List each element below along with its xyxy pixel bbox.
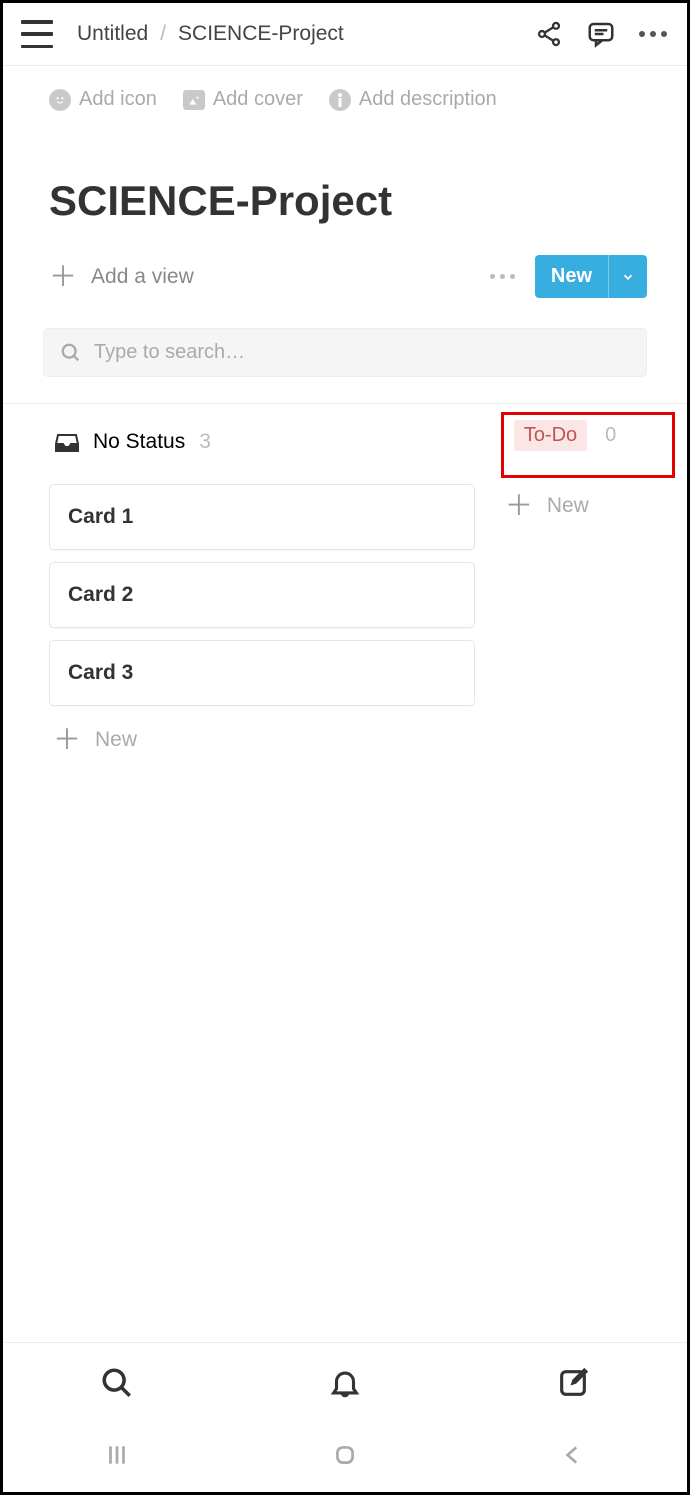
add-description-label: Add description [359, 88, 497, 111]
breadcrumb: Untitled / SCIENCE-Project [67, 22, 521, 46]
header-actions [535, 19, 667, 49]
search-tab-icon[interactable] [100, 1366, 134, 1400]
column-todo: To-Do 0 ＋ New [501, 420, 675, 1342]
view-more-icon[interactable] [490, 274, 515, 279]
new-card-button[interactable]: ＋ New [501, 484, 675, 528]
back-icon[interactable] [560, 1442, 586, 1473]
new-button-label: New [535, 255, 608, 298]
top-header: Untitled / SCIENCE-Project [3, 3, 687, 66]
column-count: 0 [605, 424, 616, 447]
add-view-button[interactable]: ＋ Add a view [49, 263, 194, 291]
breadcrumb-separator: / [160, 22, 166, 46]
add-icon-label: Add icon [79, 88, 157, 111]
column-no-status: No Status 3 Card 1 Card 2 Card 3 ＋ New [49, 420, 475, 1342]
plus-icon: ＋ [49, 263, 77, 291]
todo-tag: To-Do [514, 420, 587, 451]
recents-icon[interactable] [104, 1442, 130, 1473]
breadcrumb-current[interactable]: SCIENCE-Project [178, 22, 344, 46]
page-options: Add icon Add cover Add description [3, 66, 687, 111]
card[interactable]: Card 2 [49, 562, 475, 628]
share-icon[interactable] [535, 20, 563, 48]
image-icon [183, 90, 205, 110]
more-icon[interactable] [639, 31, 667, 37]
new-button[interactable]: New [535, 255, 647, 298]
notifications-icon[interactable] [328, 1366, 362, 1400]
new-button-dropdown[interactable] [608, 255, 647, 298]
column-count: 3 [199, 430, 211, 454]
column-name: No Status [93, 430, 185, 454]
column-header-todo[interactable]: To-Do 0 [501, 412, 675, 478]
add-view-label: Add a view [91, 265, 194, 289]
menu-icon[interactable] [21, 20, 53, 48]
search-box[interactable] [43, 328, 647, 377]
plus-icon: ＋ [505, 492, 533, 520]
compose-icon[interactable] [556, 1366, 590, 1400]
system-nav-bar [3, 1422, 687, 1492]
card[interactable]: Card 1 [49, 484, 475, 550]
comments-icon[interactable] [585, 19, 617, 49]
home-icon[interactable] [332, 1442, 358, 1473]
info-icon [329, 89, 351, 111]
column-header-no-status[interactable]: No Status 3 [49, 420, 475, 464]
view-row: ＋ Add a view New [3, 225, 687, 298]
inbox-icon [55, 432, 79, 452]
new-card-label: New [95, 728, 137, 752]
breadcrumb-parent[interactable]: Untitled [77, 22, 148, 46]
board-area: No Status 3 Card 1 Card 2 Card 3 ＋ New T… [3, 403, 687, 1342]
app-bottom-bar [3, 1342, 687, 1422]
search-input[interactable] [94, 341, 630, 364]
card[interactable]: Card 3 [49, 640, 475, 706]
smiley-icon [49, 89, 71, 111]
add-cover-button[interactable]: Add cover [183, 88, 303, 111]
new-card-label: New [547, 494, 589, 518]
new-card-button[interactable]: ＋ New [49, 718, 475, 762]
add-description-button[interactable]: Add description [329, 88, 497, 111]
page-title[interactable]: SCIENCE-Project [3, 111, 687, 225]
add-icon-button[interactable]: Add icon [49, 88, 157, 111]
add-cover-label: Add cover [213, 88, 303, 111]
search-icon [60, 342, 82, 364]
plus-icon: ＋ [53, 726, 81, 754]
